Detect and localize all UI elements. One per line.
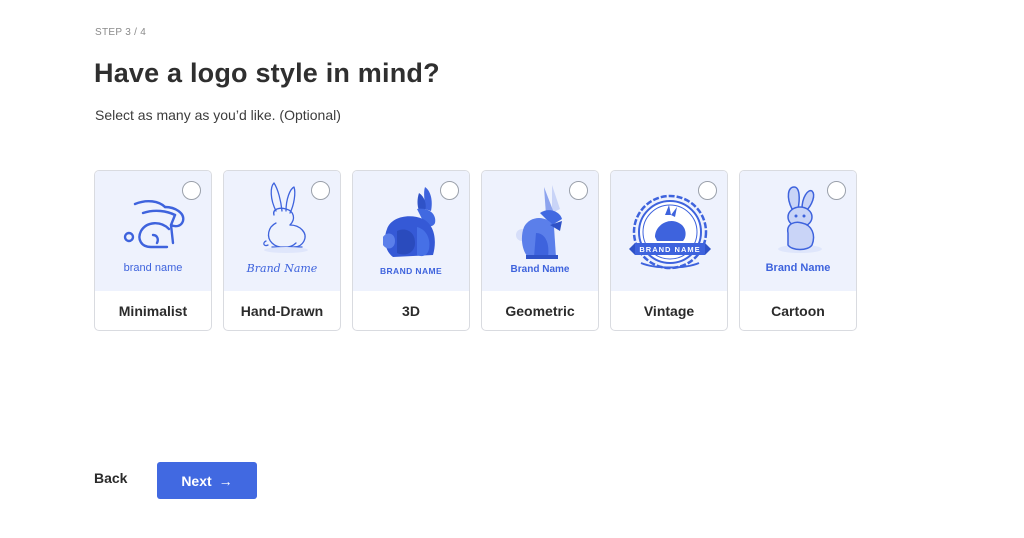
- style-card-hand-drawn[interactable]: Brand Name Hand-Drawn: [223, 170, 341, 331]
- brand-name-sample: brand name: [123, 262, 183, 274]
- next-button-label: Next: [181, 472, 212, 489]
- step-indicator: STEP 3 / 4: [95, 27, 147, 38]
- style-label: Cartoon: [771, 303, 825, 319]
- style-card-3d[interactable]: BRAND NAME 3D: [352, 170, 470, 331]
- style-card-geometric[interactable]: Brand Name Geometric: [481, 170, 599, 331]
- page-subtitle: Select as many as you’d like. (Optional): [95, 107, 341, 123]
- style-options: brand name Minimalist Brand Name Hand-Dr…: [94, 170, 857, 331]
- back-button[interactable]: Back: [94, 470, 127, 486]
- brand-name-sample: Brand Name: [765, 262, 831, 274]
- style-label: 3D: [402, 303, 420, 319]
- style-card-cartoon[interactable]: Brand Name Cartoon: [739, 170, 857, 331]
- select-checkbox[interactable]: [440, 181, 459, 200]
- select-checkbox[interactable]: [698, 181, 717, 200]
- style-card-vintage[interactable]: BRAND NAME Vintage: [610, 170, 728, 331]
- brand-name-sample: Brand Name: [246, 262, 318, 275]
- select-checkbox[interactable]: [827, 181, 846, 200]
- brand-name-sample: BRAND NAME: [379, 266, 443, 276]
- style-card-minimalist[interactable]: brand name Minimalist: [94, 170, 212, 331]
- style-label: Vintage: [643, 303, 695, 319]
- brand-name-sample: BRAND NAME: [639, 245, 700, 254]
- style-label: Minimalist: [118, 303, 188, 319]
- logo-style-step: STEP 3 / 4 Have a logo style in mind? Se…: [0, 0, 1024, 538]
- next-button[interactable]: Next →: [157, 462, 257, 499]
- select-checkbox[interactable]: [569, 181, 588, 200]
- page-title: Have a logo style in mind?: [94, 58, 440, 88]
- arrow-right-icon: →: [218, 472, 233, 489]
- style-label: Hand-Drawn: [240, 303, 324, 319]
- select-checkbox[interactable]: [311, 181, 330, 200]
- select-checkbox[interactable]: [182, 181, 201, 200]
- brand-name-sample: Brand Name: [510, 264, 570, 275]
- style-label: Geometric: [505, 303, 575, 319]
